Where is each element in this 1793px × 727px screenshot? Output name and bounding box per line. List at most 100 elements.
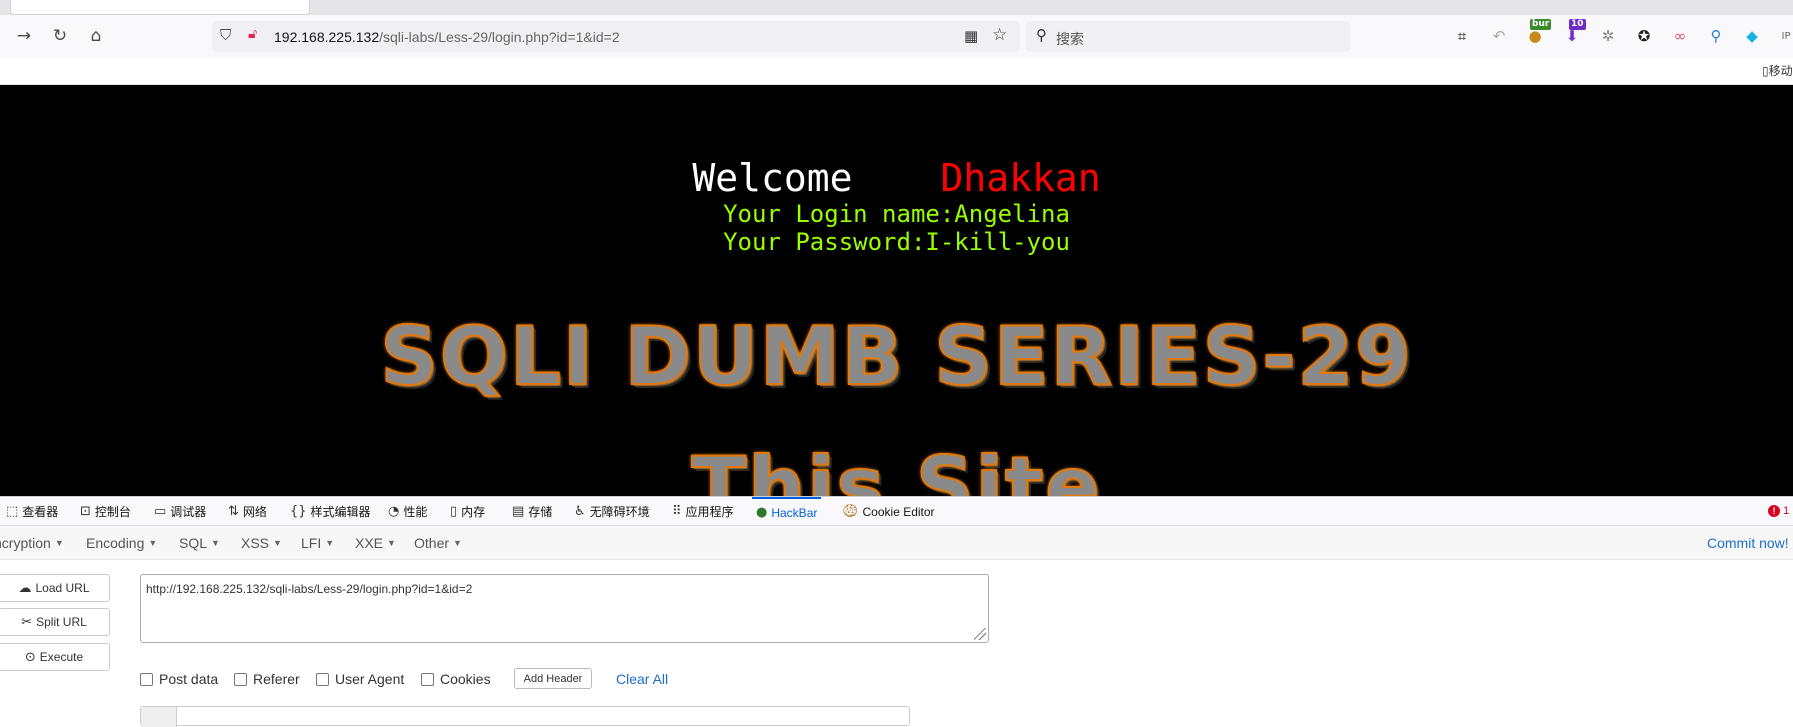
- error-count[interactable]: ! 1: [1768, 505, 1789, 517]
- tracking-protection-icon[interactable]: ⛉: [220, 26, 231, 44]
- count-badge: 10: [1569, 19, 1586, 30]
- insecure-connection-icon[interactable]: 🔓︎: [248, 26, 257, 42]
- tab-style-editor[interactable]: {} 样式编辑器: [290, 497, 371, 526]
- welcome-label: Welcome: [692, 156, 853, 200]
- url-bar[interactable]: ⛉ 🔓︎ 192.168.225.132/sqli-labs/Less-29/l…: [212, 21, 1020, 52]
- tab-memory[interactable]: ▯ 内存: [450, 497, 485, 526]
- home-icon[interactable]: ⌂: [83, 23, 109, 49]
- tab-inspector[interactable]: ⬚ 查看器: [6, 497, 58, 526]
- menu-lfi[interactable]: LFI ▼: [301, 535, 334, 551]
- chevron-down-icon: ▼: [387, 538, 396, 548]
- undo-icon[interactable]: ↶: [1488, 25, 1510, 47]
- url-text[interactable]: 192.168.225.132/sqli-labs/Less-29/login.…: [274, 29, 620, 45]
- cookies-checkbox[interactable]: Cookies: [421, 671, 491, 687]
- browser-tab[interactable]: [10, 0, 310, 15]
- menu-encryption[interactable]: ncryption▼: [0, 535, 64, 551]
- tab-performance[interactable]: ◔ 性能: [388, 497, 427, 526]
- split-url-button[interactable]: ✂ Split URL: [0, 608, 110, 636]
- console-icon: ⊡: [80, 504, 91, 519]
- mobile-bookmarks[interactable]: ▯移动: [1762, 62, 1793, 79]
- resize-grip[interactable]: [974, 628, 986, 640]
- checkbox-box[interactable]: [140, 672, 153, 686]
- accessibility-icon: ♿: [574, 504, 586, 519]
- error-icon: !: [1768, 505, 1780, 517]
- header-field-prefix: [141, 707, 177, 727]
- welcome-heading: Welcome Dhakkan: [0, 156, 1793, 200]
- memory-icon: ▯: [450, 504, 458, 519]
- commit-now-link[interactable]: Commit now!: [1707, 535, 1789, 551]
- forward-icon[interactable]: →: [11, 23, 37, 49]
- chevron-down-icon: ▼: [325, 538, 335, 548]
- play-icon: ⊙: [24, 649, 36, 665]
- user-agent-checkbox[interactable]: User Agent: [316, 671, 404, 687]
- reload-icon[interactable]: ↻: [47, 23, 73, 49]
- menu-other[interactable]: Other ▼: [414, 535, 462, 551]
- chevron-down-icon: ▼: [273, 538, 282, 548]
- add-header-button[interactable]: Add Header: [514, 668, 592, 689]
- menu-encoding[interactable]: Encoding ▼: [86, 535, 157, 551]
- cloud-download-icon: ☁: [18, 580, 32, 596]
- referer-checkbox[interactable]: Referer: [234, 671, 300, 687]
- checkbox-box[interactable]: [234, 672, 247, 686]
- crop-screenshot-icon[interactable]: ⌗: [1451, 25, 1473, 47]
- storage-icon: ▤: [512, 504, 525, 519]
- chevron-down-icon: ▼: [148, 538, 158, 548]
- hackbar-menu: ncryption▼ Encoding▼ SQL▼ XSS▼ LFI▼ XXE▼…: [0, 526, 1793, 560]
- bookmarks-toolbar: ▯移动: [0, 57, 1793, 85]
- ip-extension-icon[interactable]: IP: [1775, 25, 1793, 47]
- navigation-toolbar: → ↻ ⌂ ⛉ 🔓︎ 192.168.225.132/sqli-labs/Les…: [0, 15, 1793, 57]
- post-data-checkbox[interactable]: Post data: [140, 671, 218, 687]
- wappalyzer-icon[interactable]: ◆: [1741, 25, 1763, 47]
- chevron-down-icon: ▼: [54, 538, 64, 548]
- header-field[interactable]: [140, 706, 910, 727]
- checkbox-box[interactable]: [316, 672, 329, 686]
- download-extension-icon[interactable]: ⬇ 10: [1561, 19, 1586, 47]
- style-editor-icon: {}: [290, 504, 307, 519]
- menu-sql[interactable]: SQL ▼: [179, 535, 220, 551]
- hackbar-icon: ●: [756, 505, 768, 520]
- url-textarea-value: http://192.168.225.132/sqli-labs/Less-29…: [146, 582, 473, 596]
- page-content: Welcome Dhakkan Your Login name:Angelina …: [0, 85, 1793, 496]
- series-banner-title: SQLI DUMB SERIES-29: [379, 309, 1413, 404]
- puzzle-extension-icon[interactable]: ✲: [1597, 25, 1619, 47]
- chevron-down-icon: ▼: [453, 538, 462, 548]
- location-extension-icon[interactable]: ⚲: [1705, 25, 1727, 47]
- checkbox-box[interactable]: [421, 672, 434, 686]
- network-icon: ⇅: [228, 504, 239, 519]
- tab-network[interactable]: ⇅ 网络: [228, 497, 267, 526]
- qr-code-icon[interactable]: ▦: [964, 27, 978, 45]
- load-url-button[interactable]: ☁ Load URL: [0, 574, 110, 602]
- link-extension-icon[interactable]: ∞: [1669, 25, 1691, 47]
- application-icon: ⠿: [672, 504, 682, 519]
- url-textarea[interactable]: http://192.168.225.132/sqli-labs/Less-29…: [140, 574, 989, 643]
- tab-console[interactable]: ⊡ 控制台: [80, 497, 131, 526]
- tab-cookie-editor[interactable]: 🍪︎ Cookie Editor: [842, 497, 935, 526]
- menu-xxe[interactable]: XXE ▼: [355, 535, 396, 551]
- cookie-icon: 🍪︎: [842, 504, 859, 519]
- tab-debugger[interactable]: ▭ 调试器: [154, 497, 206, 526]
- debugger-icon: ▭: [154, 504, 167, 519]
- bookmark-star-icon[interactable]: ☆: [992, 25, 1007, 45]
- tab-strip: [0, 0, 1793, 15]
- cookie-extension-icon[interactable]: ✪: [1633, 25, 1655, 47]
- tab-hackbar[interactable]: ● HackBar: [752, 497, 822, 526]
- scissors-icon: ✂: [21, 614, 33, 630]
- devtools-panel: ⬚ 查看器 ⊡ 控制台 ▭ 调试器 ⇅ 网络 {} 样式编辑器 ◔ 性能 ▯ 内存 ▤ 存储 ♿…: [0, 496, 1793, 727]
- tab-application[interactable]: ⠿ 应用程序: [672, 497, 734, 526]
- tab-storage[interactable]: ▤ 存储: [512, 497, 552, 526]
- search-icon: ⚲: [1036, 26, 1047, 44]
- chevron-down-icon: ▼: [211, 538, 220, 548]
- clear-all-link[interactable]: Clear All: [616, 671, 668, 687]
- login-name-text: Your Login name:Angelina: [723, 200, 1070, 228]
- execute-button[interactable]: ⊙ Execute: [0, 643, 110, 671]
- search-bar[interactable]: ⚲ 搜索: [1026, 21, 1350, 52]
- burp-extension-icon[interactable]: ● bur: [1524, 19, 1552, 47]
- inspector-icon: ⬚: [6, 504, 19, 519]
- series-banner-subtitle: This Site: [691, 439, 1102, 496]
- menu-xss[interactable]: XSS ▼: [241, 535, 282, 551]
- performance-icon: ◔: [388, 504, 400, 519]
- search-placeholder: 搜索: [1056, 31, 1084, 47]
- burp-badge: bur: [1530, 19, 1552, 30]
- welcome-name: Dhakkan: [940, 156, 1101, 200]
- tab-accessibility[interactable]: ♿ 无障碍环境: [574, 497, 650, 526]
